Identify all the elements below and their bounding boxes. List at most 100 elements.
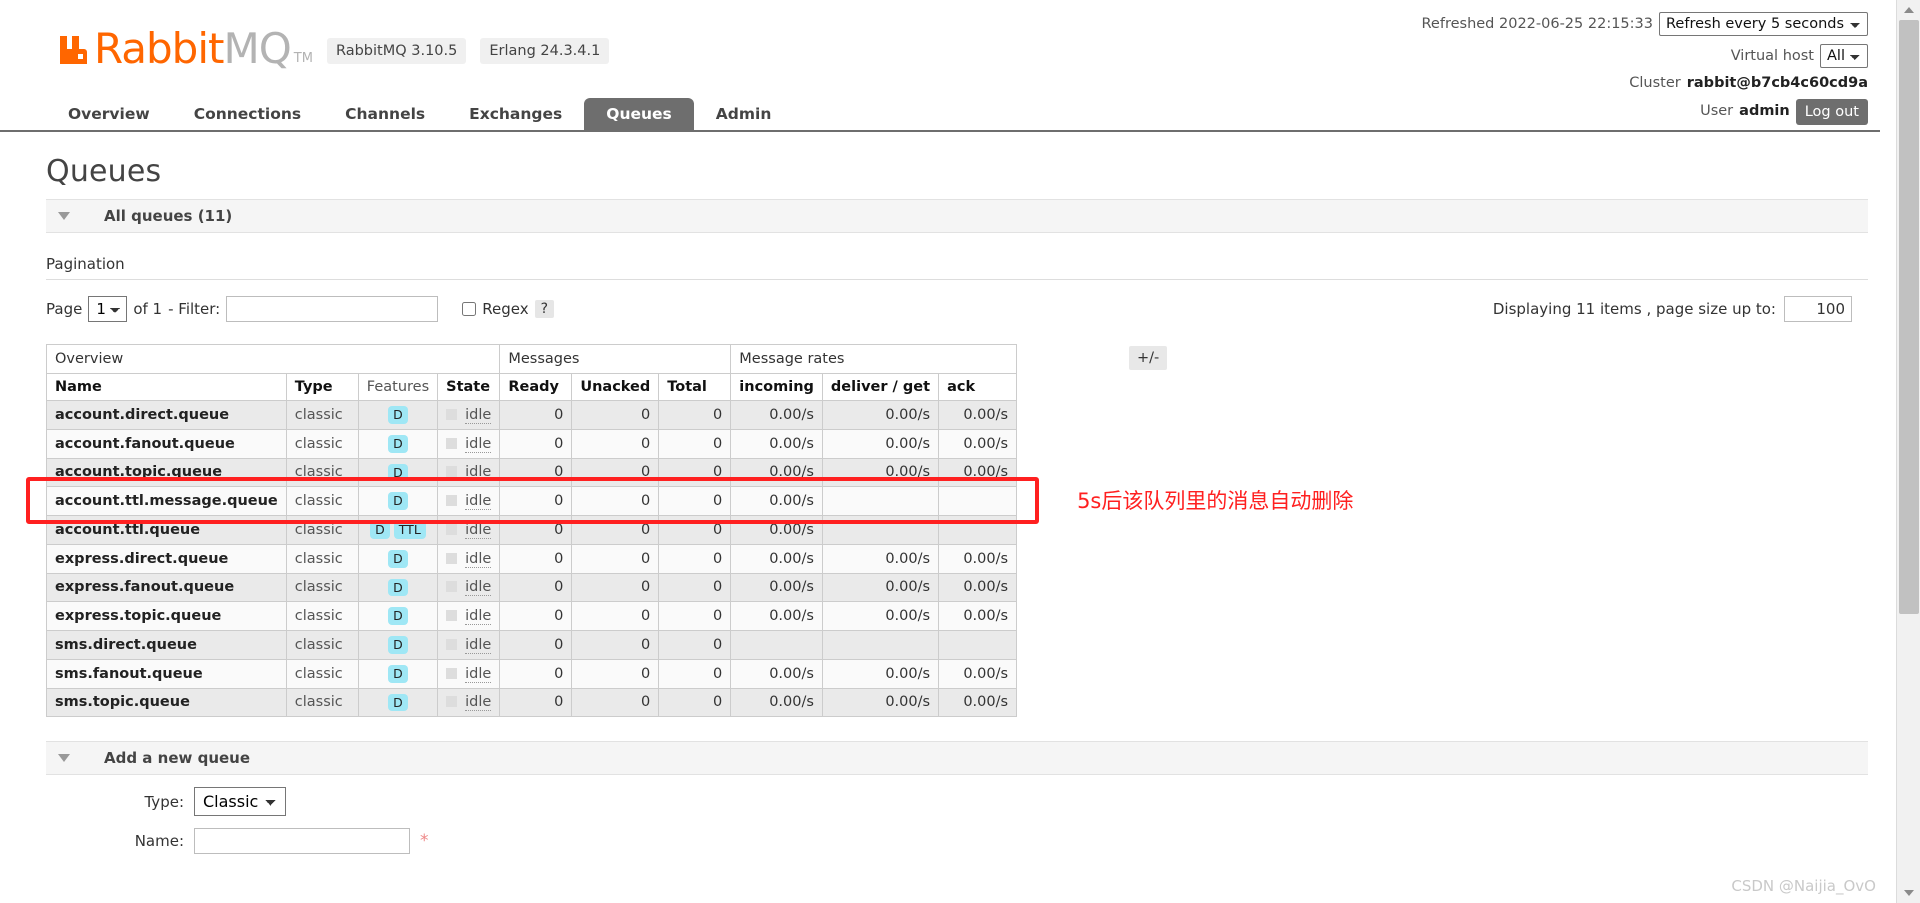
- table-row[interactable]: account.topic.queue classic Didle 0 0 0 0.00/s…: [46, 457, 1018, 488]
- cluster-label: Cluster: [1629, 75, 1681, 91]
- queue-state-label: idle: [465, 694, 492, 712]
- column-header-state[interactable]: State: [437, 373, 501, 401]
- nav-tab-exchanges[interactable]: Exchanges: [447, 98, 584, 130]
- queue-ready-cell: 0: [499, 572, 573, 603]
- nav-tab-queues[interactable]: Queues: [584, 98, 694, 130]
- refresh-interval-select[interactable]: Refresh every 5 seconds: [1659, 12, 1868, 36]
- feature-badge-d: D: [388, 693, 408, 712]
- queue-unacked-cell: 0: [571, 687, 660, 718]
- queue-unacked-cell: 0: [571, 515, 660, 545]
- table-row[interactable]: sms.topic.queue classic Didle 0 0 0 0.00/s 0.00…: [46, 687, 1018, 718]
- queue-total-cell: 0: [658, 687, 732, 718]
- queue-unacked-cell: 0: [571, 601, 660, 631]
- queue-name-link[interactable]: account.topic.queue: [46, 457, 287, 488]
- regex-label: Regex: [482, 300, 529, 318]
- column-header-unacked[interactable]: Unacked: [571, 373, 660, 401]
- column-header-incoming[interactable]: incoming: [730, 373, 823, 401]
- queue-name-link[interactable]: account.ttl.queue: [46, 515, 287, 545]
- page-label: Page: [46, 300, 83, 318]
- nav-tab-channels[interactable]: Channels: [323, 98, 447, 130]
- table-row[interactable]: account.ttl.message.queue classic Didle 0 0 0…: [46, 486, 1018, 516]
- queue-type-select[interactable]: Classic: [194, 787, 286, 817]
- regex-help-icon[interactable]: ?: [534, 300, 555, 318]
- queue-name-link[interactable]: express.fanout.queue: [46, 572, 287, 603]
- column-header-features[interactable]: Features: [357, 373, 439, 401]
- queue-name-link[interactable]: sms.topic.queue: [46, 687, 287, 718]
- queue-type-row: Type: Classic: [46, 787, 1880, 817]
- queue-type-cell: classic: [285, 687, 359, 718]
- queue-unacked-cell: 0: [571, 400, 660, 430]
- queue-ack-cell: 0.00/s: [938, 601, 1018, 631]
- queue-incoming-cell: 0.00/s: [730, 687, 823, 718]
- add-queue-section-header[interactable]: Add a new queue: [46, 741, 1868, 776]
- vertical-scrollbar[interactable]: [1896, 0, 1920, 903]
- queue-name-link[interactable]: account.fanout.queue: [46, 428, 287, 459]
- column-header-deliver-get[interactable]: deliver / get: [821, 373, 940, 401]
- queue-type-cell: classic: [285, 428, 359, 459]
- table-row[interactable]: express.direct.queue classic Didle 0 0 0 0.00/…: [46, 543, 1018, 574]
- queue-ack-cell: 0.00/s: [938, 400, 1018, 430]
- queue-name-link[interactable]: express.direct.queue: [46, 543, 287, 574]
- refresh-row: Refreshed 2022-06-25 22:15:33 Refresh ev…: [1422, 12, 1868, 36]
- queue-total-cell: 0: [658, 486, 732, 516]
- add-queue-section: Add a new queue Type: Classic Name: *: [0, 741, 1880, 855]
- queue-name-link[interactable]: account.direct.queue: [46, 400, 287, 430]
- regex-checkbox[interactable]: [462, 302, 477, 316]
- table-row[interactable]: express.fanout.queue classic Didle 0 0 0 0.00/…: [46, 572, 1018, 603]
- queue-deliver-get-cell: 0.00/s: [821, 601, 940, 631]
- queue-state-label: idle: [465, 464, 492, 482]
- queue-state-cell: idle: [437, 543, 501, 574]
- page-size-input[interactable]: [1784, 296, 1852, 322]
- queue-unacked-cell: 0: [571, 428, 660, 459]
- state-indicator-icon: [446, 610, 458, 622]
- state-indicator-icon: [446, 437, 458, 449]
- table-group-header-row: Overview Messages Message rates: [45, 344, 1018, 374]
- logo-text-rabbit: Rabbit: [94, 24, 224, 73]
- filter-label: - Filter:: [168, 300, 221, 318]
- queue-state-label: idle: [465, 579, 492, 597]
- queue-name-input[interactable]: [194, 828, 410, 855]
- column-header-ready[interactable]: Ready: [499, 373, 573, 401]
- displaying-info: Displaying 11 items , page size up to:: [1493, 296, 1852, 322]
- toggle-columns-button[interactable]: +/-: [1129, 346, 1168, 370]
- queue-incoming-cell: 0.00/s: [730, 515, 823, 545]
- vhost-select[interactable]: All: [1820, 44, 1868, 68]
- table-row[interactable]: express.topic.queue classic Didle 0 0 0 0.00/s…: [46, 601, 1018, 631]
- queue-unacked-cell: 0: [571, 572, 660, 603]
- scroll-down-arrow-icon[interactable]: [1904, 890, 1914, 896]
- nav-tab-admin[interactable]: Admin: [694, 98, 794, 130]
- page-number-select[interactable]: 1: [88, 296, 128, 322]
- column-header-name[interactable]: Name: [46, 373, 287, 401]
- table-row[interactable]: account.direct.queue classic Didle 0 0 0 0.00/…: [46, 400, 1018, 430]
- column-header-total[interactable]: Total: [658, 373, 732, 401]
- chevron-down-icon: [58, 754, 70, 763]
- queue-name-link[interactable]: account.ttl.message.queue: [46, 486, 287, 516]
- queue-deliver-get-cell: [821, 486, 940, 516]
- scrollbar-thumb[interactable]: [1899, 20, 1919, 614]
- queue-name-link[interactable]: sms.direct.queue: [46, 630, 287, 660]
- table-row[interactable]: sms.fanout.queue classic Didle 0 0 0 0.00/s 0.0…: [46, 658, 1018, 689]
- column-header-type[interactable]: Type: [285, 373, 359, 401]
- queue-ready-cell: 0: [499, 687, 573, 718]
- rabbitmq-logo-icon: [56, 33, 90, 67]
- feature-badge-d: D: [388, 549, 408, 568]
- table-row[interactable]: account.ttl.queue classic D TTL idle 0 0 0 0.00/…: [46, 515, 1018, 545]
- table-row[interactable]: account.fanout.queue classic Didle 0 0 0 0.00/…: [46, 428, 1018, 459]
- queue-type-cell: classic: [285, 601, 359, 631]
- filter-input[interactable]: [226, 296, 439, 322]
- queue-features-cell: D: [357, 428, 439, 459]
- feature-badge-d: D: [388, 406, 408, 424]
- scroll-up-arrow-icon[interactable]: [1904, 7, 1914, 13]
- queue-ack-cell: [938, 486, 1018, 516]
- nav-tab-connections[interactable]: Connections: [172, 98, 323, 130]
- nav-tab-overview[interactable]: Overview: [46, 98, 172, 130]
- queue-deliver-get-cell: 0.00/s: [821, 400, 940, 430]
- table-row[interactable]: sms.direct.queue classic Didle 0 0 0: [46, 630, 1018, 660]
- queue-ready-cell: 0: [499, 543, 573, 574]
- queue-name-link[interactable]: express.topic.queue: [46, 601, 287, 631]
- rabbitmq-logo[interactable]: RabbitMQ TM RabbitMQ 3.10.5 Erlang 24.3.…: [56, 28, 610, 72]
- all-queues-section-header[interactable]: All queues (11): [46, 199, 1868, 233]
- queue-name-link[interactable]: sms.fanout.queue: [46, 658, 287, 689]
- column-header-ack[interactable]: ack: [938, 373, 1018, 401]
- queue-incoming-cell: 0.00/s: [730, 457, 823, 488]
